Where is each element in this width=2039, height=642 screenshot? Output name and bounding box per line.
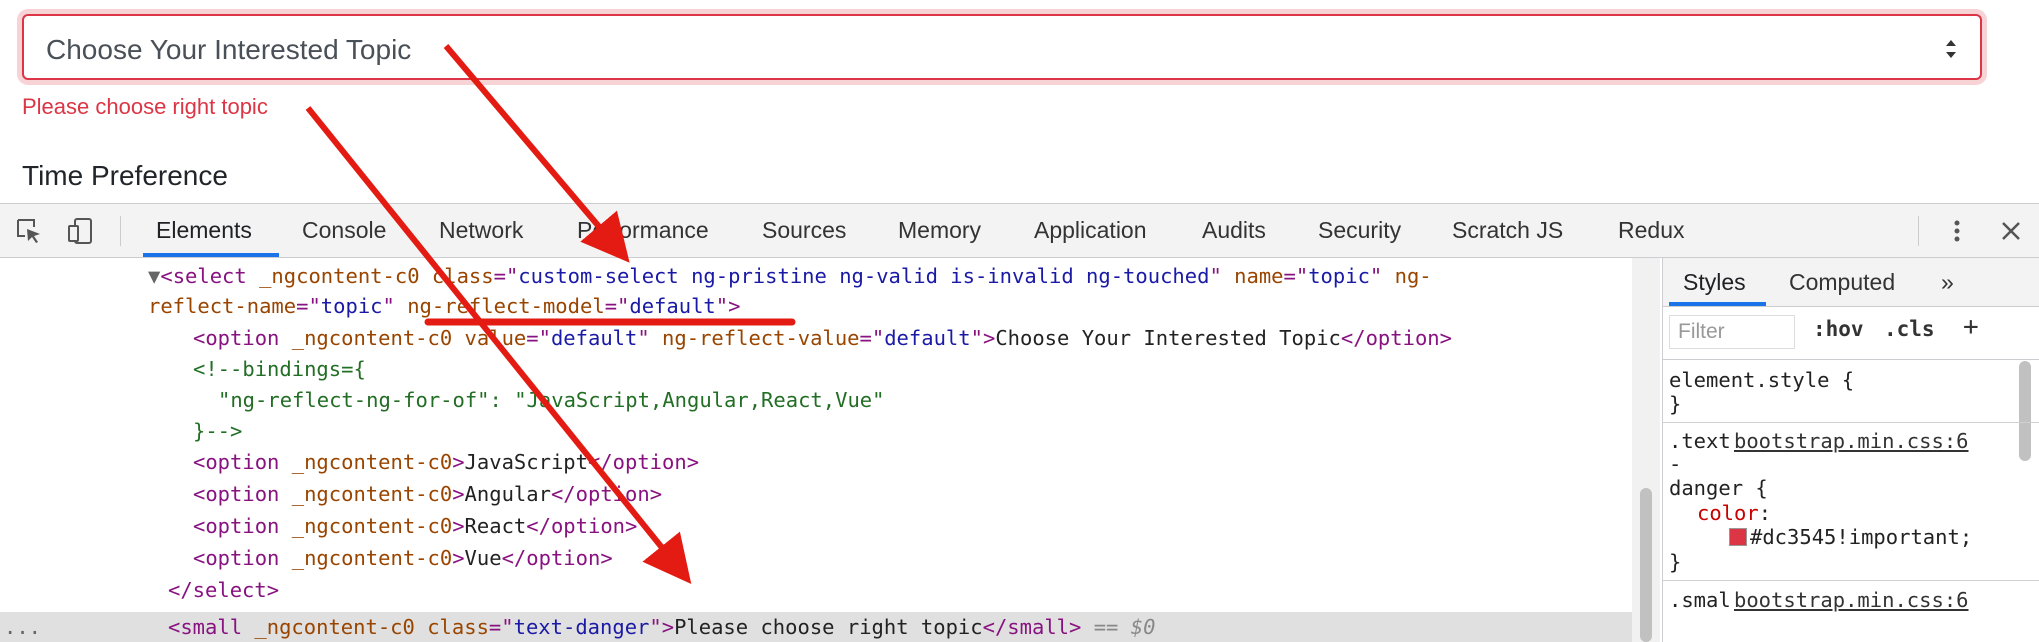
tab-audits[interactable]: Audits xyxy=(1202,204,1266,257)
dom-line-option-react[interactable]: <option _ngcontent-c0>React</option> xyxy=(193,514,637,538)
rule1-selector[interactable]: .text xyxy=(1669,429,1731,453)
styles-scrollbar[interactable] xyxy=(2019,361,2031,461)
dom-line-select-open[interactable]: ▼<select _ngcontent-c0 class="custom-sel… xyxy=(148,264,1432,288)
inspect-cursor-icon[interactable] xyxy=(14,216,44,246)
class-toggle[interactable]: .cls xyxy=(1884,317,1935,341)
time-preference-label: Time Preference xyxy=(22,160,228,191)
elements-tree[interactable]: ▼<select _ngcontent-c0 class="custom-sel… xyxy=(0,258,1660,642)
tab-security[interactable]: Security xyxy=(1318,204,1401,257)
hover-state-toggle[interactable]: :hov xyxy=(1813,317,1864,341)
tab-performance[interactable]: Performance xyxy=(577,204,709,257)
elements-scrollbar[interactable] xyxy=(1640,488,1652,642)
dom-line-comment-open[interactable]: <!--bindings={ xyxy=(193,357,366,381)
rule-divider-2 xyxy=(1663,580,2039,581)
rule2-selector[interactable]: .smal xyxy=(1669,588,1731,612)
dom-line-option-javascript[interactable]: <option _ngcontent-c0>JavaScript</option… xyxy=(193,450,699,474)
tab-console[interactable]: Console xyxy=(302,204,386,257)
tab-network[interactable]: Network xyxy=(439,204,523,257)
devtools-toolbar: Elements Console Network Performance Sou… xyxy=(0,204,2039,258)
page-area: Choose Your Interested Topic Please choo… xyxy=(0,0,2039,203)
tab-scratch-js[interactable]: Scratch JS xyxy=(1452,204,1563,257)
rule1-close: } xyxy=(1669,550,1682,574)
styles-filter-input[interactable]: Filter xyxy=(1669,315,1795,349)
tab-application[interactable]: Application xyxy=(1034,204,1147,257)
dom-line-option-vue[interactable]: <option _ngcontent-c0>Vue</option> xyxy=(193,546,613,570)
rule1-value[interactable]: #dc3545!important; xyxy=(1729,525,1972,549)
rule-divider xyxy=(1663,422,2039,423)
dom-line-small-selected[interactable]: <small _ngcontent-c0 class="text-danger"… xyxy=(168,615,1155,639)
dom-line-comment-close[interactable]: }--> xyxy=(193,419,242,443)
tab-sources[interactable]: Sources xyxy=(762,204,846,257)
styles-filter-row: Filter :hov .cls + xyxy=(1663,307,2039,360)
topic-select[interactable]: Choose Your Interested Topic xyxy=(22,14,1982,80)
topic-error-message: Please choose right topic xyxy=(22,94,268,119)
toolbar-separator-right xyxy=(1918,216,1919,246)
close-icon[interactable] xyxy=(1996,216,2026,246)
rule1-dash: - xyxy=(1669,452,1682,476)
dom-line-comment-body[interactable]: "ng-reflect-ng-for-of": "JavaScript,Angu… xyxy=(218,388,884,412)
kebab-menu-icon[interactable] xyxy=(1942,216,1972,246)
dom-line-select-open-cont[interactable]: reflect-name="topic" ng-reflect-model="d… xyxy=(148,294,740,318)
add-rule-icon[interactable]: + xyxy=(1963,312,1979,342)
more-tabs-icon[interactable]: » xyxy=(1941,258,1954,306)
rule1-property[interactable]: color: xyxy=(1697,501,1771,525)
rule2-source-link[interactable]: bootstrap.min.css:6 xyxy=(1734,588,1969,612)
devtools-panel: Elements Console Network Performance Sou… xyxy=(0,203,2039,642)
rule1-selector-cont: danger { xyxy=(1669,476,1768,500)
styles-tabbar: Styles Computed » xyxy=(1663,258,2039,307)
styles-active-indicator xyxy=(1669,302,1766,306)
toolbar-separator xyxy=(120,216,121,246)
active-tab-indicator xyxy=(143,253,279,257)
color-swatch-icon[interactable] xyxy=(1729,528,1747,546)
tab-computed[interactable]: Computed xyxy=(1789,258,1895,306)
topic-select-value: Choose Your Interested Topic xyxy=(46,34,412,65)
dom-line-option-angular[interactable]: <option _ngcontent-c0>Angular</option> xyxy=(193,482,662,506)
node-ellipsis-icon[interactable]: ... xyxy=(4,615,41,639)
element-style-rule[interactable]: element.style { xyxy=(1669,368,1854,392)
tab-elements[interactable]: Elements xyxy=(156,204,252,257)
tab-styles[interactable]: Styles xyxy=(1683,258,1746,306)
select-caret-icon xyxy=(1946,40,1956,58)
device-toolbar-icon[interactable] xyxy=(66,216,96,246)
dom-line-select-close[interactable]: </select> xyxy=(168,578,279,602)
rule1-source-link[interactable]: bootstrap.min.css:6 xyxy=(1734,429,1969,453)
element-style-close: } xyxy=(1669,392,1682,416)
tab-redux[interactable]: Redux xyxy=(1618,204,1684,257)
dom-line-option-default[interactable]: <option _ngcontent-c0 value="default" ng… xyxy=(193,326,1452,350)
tab-memory[interactable]: Memory xyxy=(898,204,981,257)
styles-pane: Styles Computed » Filter :hov .cls + ele… xyxy=(1662,258,2039,642)
